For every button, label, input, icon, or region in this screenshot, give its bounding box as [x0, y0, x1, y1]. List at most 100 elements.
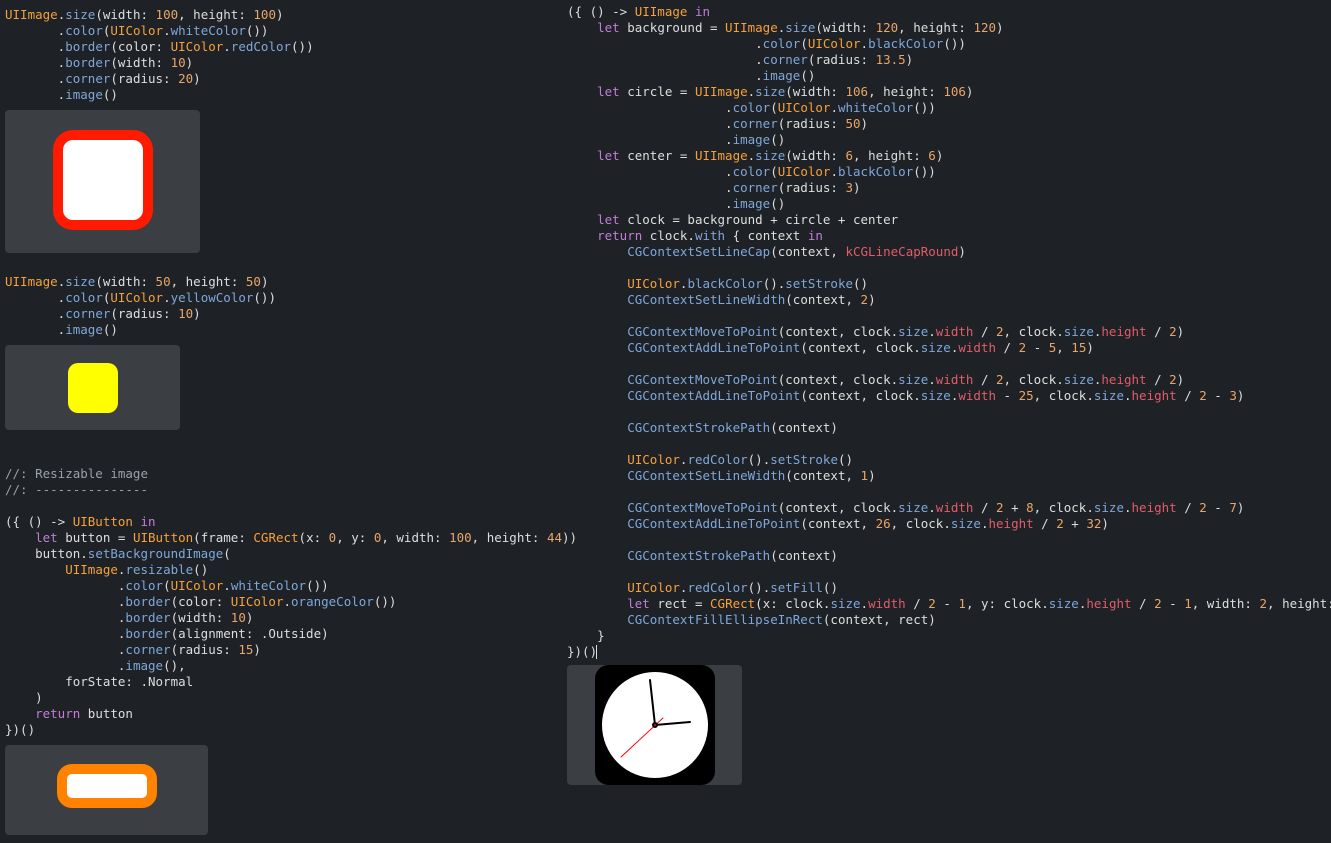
code-token: 100 [253, 7, 276, 22]
code-token: (context, clock. [800, 388, 921, 403]
code-token: (radius: [170, 642, 239, 657]
code-token: height [988, 516, 1034, 531]
code-token: size [1063, 372, 1094, 387]
code-token: ) [935, 148, 944, 163]
code-block-clock[interactable]: ({ () -> UIImage in let background = UII… [567, 4, 1331, 660]
code-token: 10 [170, 55, 186, 70]
code-line: .image() [567, 68, 1331, 84]
code-token: / [973, 324, 997, 339]
code-line: return clock.with { context in [567, 228, 1331, 244]
code-token: (alignment: .Outside) [170, 626, 329, 641]
code-token: height [1131, 500, 1177, 515]
code-token: ()) [245, 23, 269, 38]
code-token: 20 [178, 71, 194, 86]
code-line: .image() [5, 322, 276, 338]
code-token: . [5, 610, 126, 625]
code-token: , y: [336, 530, 374, 545]
code-block-rounded-image[interactable]: UIImage.size(width: 100, height: 100) .c… [5, 7, 314, 103]
code-token: UIColor [627, 452, 680, 467]
code-line: })() [5, 722, 577, 738]
code-token: in [807, 228, 823, 243]
code-line: .color(UIColor.blackColor()) [567, 164, 1331, 180]
code-token: ) [1086, 340, 1094, 355]
code-line: .color(UIColor.whiteColor()) [5, 23, 314, 39]
code-token: (context, clock. [777, 500, 899, 515]
code-line: } [567, 628, 1331, 644]
code-line: .border(width: 10) [5, 55, 314, 71]
code-line: CGContextMoveToPoint(context, clock.size… [567, 372, 1331, 388]
code-token: size [65, 7, 96, 22]
code-token: ) [868, 292, 876, 307]
code-token: size [950, 516, 981, 531]
code-line: CGContextMoveToPoint(context, clock.size… [567, 324, 1331, 340]
code-token: ) [5, 690, 43, 705]
code-token: . [567, 100, 733, 115]
code-token: ) [868, 468, 876, 483]
code-token: / [1131, 596, 1155, 611]
code-token: //: --------------- [5, 482, 148, 497]
code-token: . [567, 116, 733, 131]
code-token: . [223, 578, 231, 593]
code-line: .image(), [5, 658, 577, 674]
code-token: , clock. [1033, 388, 1094, 403]
code-token: (). [747, 580, 771, 595]
code-token: corner [762, 52, 808, 67]
code-token: center = [619, 148, 695, 163]
code-token: () [193, 562, 209, 577]
code-token: () [770, 132, 786, 147]
code-token: . [980, 516, 989, 531]
code-token: . [567, 180, 733, 195]
code-token: ) [253, 642, 261, 657]
code-token: - [996, 388, 1019, 403]
code-token: / [1176, 500, 1200, 515]
code-token: blackColor [868, 36, 944, 51]
code-token: 6 [845, 148, 854, 163]
code-token: let [597, 148, 620, 163]
code-token: CGContextSetLineWidth [627, 292, 786, 307]
code-token: size [898, 500, 929, 515]
code-line: .image() [567, 196, 1331, 212]
code-token: 2 [996, 372, 1004, 387]
code-token: - [1206, 388, 1230, 403]
code-token: 50 [845, 116, 861, 131]
code-token: image [762, 68, 801, 83]
code-token: CGContextAddLineToPoint [627, 388, 801, 403]
code-token: let [627, 596, 650, 611]
code-token: / [1146, 372, 1170, 387]
preview-button [5, 745, 208, 835]
code-token: redColor [687, 580, 748, 595]
code-token: , width: [381, 530, 450, 545]
code-token: (context, clock. [800, 340, 921, 355]
code-token: (context, [800, 516, 876, 531]
code-token: CGContextSetLineWidth [627, 468, 786, 483]
code-token: . [928, 500, 936, 515]
text-cursor [596, 645, 597, 659]
code-token: / [996, 340, 1019, 355]
code-line: button.setBackgroundImage( [5, 546, 577, 562]
code-block-yellow-image[interactable]: UIImage.size(width: 50, height: 50) .col… [5, 274, 276, 338]
code-token: 2 [1018, 340, 1027, 355]
code-token: size [920, 388, 951, 403]
code-token: 6 [928, 148, 936, 163]
code-line: CGContextStrokePath(context) [567, 420, 1331, 436]
code-token: UIImage [694, 148, 748, 163]
code-block-resizable-button[interactable]: //: Resizable image//: --------------- ({… [5, 466, 577, 738]
code-token: size [65, 274, 96, 289]
code-token: ()) [291, 39, 314, 54]
code-token: setFill [770, 580, 823, 595]
code-token: (). [747, 452, 771, 467]
code-line: let button = UIButton(frame: CGRect(x: 0… [5, 530, 577, 546]
code-line: CGContextAddLineToPoint(context, clock.s… [567, 388, 1331, 404]
code-token: (color: [170, 594, 231, 609]
code-token: 1 [1184, 596, 1192, 611]
code-token: (context, [770, 244, 846, 259]
code-token: })() [567, 644, 598, 659]
code-token: redColor [230, 39, 292, 54]
code-token: () [770, 196, 786, 211]
